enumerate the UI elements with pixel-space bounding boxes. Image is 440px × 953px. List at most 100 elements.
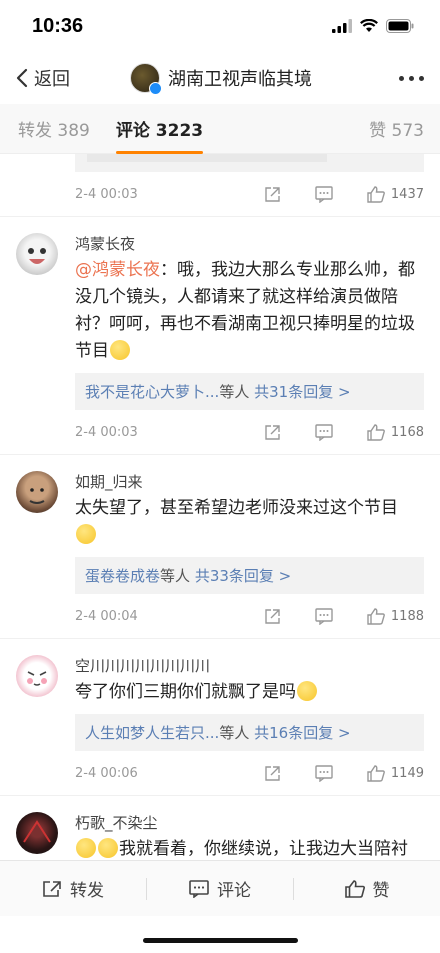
tab-repost[interactable]: 转发 389: [18, 116, 90, 141]
tab-bar: 转发 389 评论 3223 赞 573: [0, 104, 440, 154]
avatar[interactable]: [16, 812, 58, 854]
wifi-icon: [360, 19, 378, 32]
thumbs-up-icon: [367, 185, 385, 203]
status-bar: 10:36: [0, 0, 440, 52]
repost-icon: [43, 880, 61, 897]
share-icon[interactable]: [264, 765, 281, 782]
replies-box[interactable]: 人生如梦人生若只...等人 共16条回复 >: [75, 714, 424, 751]
share-icon[interactable]: [264, 186, 281, 203]
avatar[interactable]: [16, 655, 58, 697]
comment-item: 鸿蒙长夜 @鸿蒙长夜：哦，我边大那么专业那么帅，都没几个镜头，人都请来了就这样给…: [0, 216, 440, 410]
avatar[interactable]: [16, 233, 58, 275]
replies-by: 蛋卷卷成卷: [85, 567, 161, 585]
tab-like-count: 573: [391, 121, 424, 141]
comment-text: @鸿蒙长夜：哦，我边大那么专业那么帅，都没几个镜头，人都请来了就这样给演员做陪衬…: [75, 257, 424, 365]
comment-icon[interactable]: [315, 423, 333, 441]
comment-item: 如期_归来 太失望了，甚至希望边老师没来过这个节目 蛋卷卷成卷等人 共33条回复…: [0, 454, 440, 594]
nav-title: 湖南卫视声临其境: [168, 69, 312, 90]
battery-icon: [386, 19, 414, 33]
back-button[interactable]: 返回: [16, 65, 70, 91]
status-icons: [332, 19, 414, 33]
verified-badge-icon: [149, 82, 162, 95]
comment-text: 我就看着，你继续说，让我边大当陪衬你们也是够够的了: [75, 836, 424, 860]
repost-button[interactable]: 转发: [0, 876, 146, 901]
username[interactable]: 空川川川川川川川川: [75, 655, 424, 677]
comment-meta: 2-4 00:03 1168: [75, 410, 424, 454]
bottom-action-bar: 转发 评论 赞: [0, 860, 440, 916]
comment-item: 朽歌_不染尘 我就看着，你继续说，让我边大当陪衬你们也是够够的了: [0, 795, 440, 860]
comment-body: 我就看着，你继续说，让我边大当陪衬你们也是够够的了: [119, 839, 408, 859]
repost-label: 转发: [70, 881, 104, 901]
share-icon[interactable]: [264, 608, 281, 625]
username[interactable]: 朽歌_不染尘: [75, 812, 424, 834]
comment-meta: 2-4 00:06 1149: [75, 751, 424, 795]
thumbs-up-icon: [367, 423, 385, 441]
comment-item: 空川川川川川川川川 夸了你们三期你们就飘了是吗 人生如梦人生若只...等人 共1…: [0, 638, 440, 751]
like-count: 1168: [390, 424, 424, 440]
smile-emoji-icon: [76, 524, 96, 544]
tab-comment-label: 评论: [115, 121, 150, 141]
like-button[interactable]: 1188: [367, 607, 424, 625]
thinking-emoji-icon: [297, 681, 317, 701]
comment-body: 太失望了，甚至希望边老师没来过这个节目: [75, 498, 398, 518]
comment-text: 太失望了，甚至希望边老师没来过这个节目: [75, 495, 424, 549]
profile-avatar: [130, 63, 162, 95]
thumbs-up-icon: [367, 764, 385, 782]
comment-time: 2-4 00:03: [75, 424, 138, 440]
like-label: 赞: [372, 881, 390, 901]
comment-feed[interactable]: 2-4 00:03 1437 鸿蒙长夜 @鸿蒙长夜：哦，我边大那么专业那么帅，都…: [0, 154, 440, 860]
replies-total: 共16条回复 >: [254, 724, 351, 742]
comment-label: 评论: [217, 881, 251, 901]
like-count: 1149: [390, 765, 424, 781]
nav-profile[interactable]: 湖南卫视声临其境: [130, 52, 312, 104]
comment-text: 夸了你们三期你们就飘了是吗: [75, 679, 424, 706]
comment-icon[interactable]: [315, 607, 333, 625]
status-time: 10:36: [32, 14, 84, 37]
share-icon[interactable]: [264, 424, 281, 441]
comment-time: 2-4 00:06: [75, 765, 138, 781]
thumbs-up-icon: [344, 879, 365, 898]
tab-comment[interactable]: 评论 3223: [115, 116, 204, 154]
chevron-left-icon: [16, 68, 28, 88]
avatar[interactable]: [16, 471, 58, 513]
replies-total: 共33条回复 >: [194, 567, 292, 585]
like-button[interactable]: 赞: [294, 876, 440, 901]
comment-time: 2-4 00:04: [75, 608, 138, 624]
comment-time: 2-4 00:03: [75, 186, 138, 202]
home-indicator[interactable]: [143, 938, 298, 943]
username[interactable]: 如期_归来: [75, 471, 424, 493]
comment-icon: [189, 879, 209, 898]
comment-button[interactable]: 评论: [147, 876, 293, 901]
username[interactable]: 鸿蒙长夜: [75, 233, 424, 255]
like-button[interactable]: 1437: [367, 185, 424, 203]
comment-meta: 2-4 00:03 1437: [75, 172, 424, 216]
comment-icon[interactable]: [315, 185, 333, 203]
like-button[interactable]: 1168: [367, 423, 424, 441]
replies-by: 我不是花心大萝卜...: [85, 383, 220, 401]
back-label: 返回: [34, 69, 70, 90]
replies-suffix: 等人: [219, 383, 250, 401]
comment-body: 夸了你们三期你们就飘了是吗: [75, 682, 296, 702]
tab-repost-count: 389: [57, 121, 90, 141]
more-icon[interactable]: [399, 52, 424, 104]
replies-box[interactable]: 蛋卷卷成卷等人 共33条回复 >: [75, 557, 424, 594]
tab-like-label: 赞: [369, 121, 387, 141]
partial-reply-box: [75, 154, 424, 172]
smile-emoji-icon: [98, 838, 118, 858]
like-button[interactable]: 1149: [367, 764, 424, 782]
replies-box[interactable]: 我不是花心大萝卜...等人 共31条回复 >: [75, 373, 424, 410]
nav-bar: 返回 湖南卫视声临其境: [0, 52, 440, 104]
tab-like[interactable]: 赞 573: [369, 116, 424, 141]
signal-icon: [332, 19, 352, 33]
comment-meta: 2-4 00:04 1188: [75, 594, 424, 638]
comment-icon[interactable]: [315, 764, 333, 782]
like-count: 1437: [390, 186, 424, 202]
smile-emoji-icon: [110, 340, 130, 360]
tab-comment-count: 3223: [155, 121, 204, 141]
tab-repost-label: 转发: [18, 121, 52, 141]
replies-suffix: 等人: [219, 724, 250, 742]
like-count: 1188: [390, 608, 424, 624]
mention-link[interactable]: @鸿蒙长夜: [75, 260, 160, 280]
replies-total: 共31条回复 >: [254, 383, 351, 401]
smile-emoji-icon: [76, 838, 96, 858]
